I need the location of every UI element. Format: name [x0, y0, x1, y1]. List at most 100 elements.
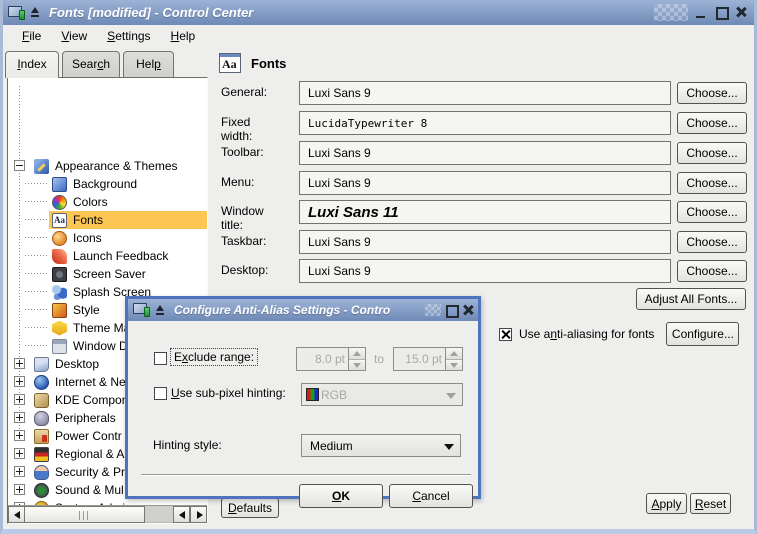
- exclude-to-spinbox[interactable]: 15.0 pt: [393, 347, 463, 371]
- subpixel-hinting-label: Use sub-pixel hinting:: [171, 386, 286, 400]
- battery-icon: [34, 429, 49, 444]
- exclude-range-checkbox[interactable]: [154, 352, 167, 365]
- window-decorations-icon: [52, 339, 67, 354]
- choose-toolbar-button[interactable]: Choose...: [677, 142, 747, 164]
- cancel-button[interactable]: Cancel: [389, 484, 473, 508]
- screensaver-icon: [52, 267, 67, 282]
- expand-icon[interactable]: [14, 394, 25, 405]
- configure-button[interactable]: Configure...: [666, 322, 739, 346]
- choose-taskbar-button[interactable]: Choose...: [677, 231, 747, 253]
- desktop-icon: [34, 357, 49, 372]
- choose-desktop-button[interactable]: Choose...: [677, 260, 747, 282]
- toolbar-font-preview: Luxi Sans 9: [299, 141, 671, 165]
- spin-down-icon[interactable]: [349, 360, 365, 371]
- tree-branch-icon: [25, 255, 49, 256]
- maximize-button[interactable]: [714, 5, 729, 20]
- choose-menu-button[interactable]: Choose...: [677, 172, 747, 194]
- menu-view[interactable]: View: [51, 27, 97, 46]
- system-admin-icon: [34, 501, 49, 506]
- hinting-style-dropdown[interactable]: Medium: [301, 434, 461, 457]
- sidebar-item-screen-saver[interactable]: Screen Saver: [8, 265, 207, 283]
- icons-icon: [52, 231, 67, 246]
- control-center-window: Fonts [modified] - Control Center File V…: [0, 0, 757, 534]
- expand-icon[interactable]: [14, 358, 25, 369]
- scroll-left-button[interactable]: [8, 506, 25, 523]
- app-icon: [133, 303, 150, 317]
- dialog-close-button[interactable]: [461, 303, 475, 317]
- spinner-buttons[interactable]: [348, 348, 365, 370]
- exclude-from-spinbox[interactable]: 8.0 pt: [296, 347, 366, 371]
- spinner-buttons[interactable]: [445, 348, 462, 370]
- dialog-maximize-button[interactable]: [444, 303, 458, 317]
- subpixel-hinting-checkbox[interactable]: [154, 387, 167, 400]
- expand-icon[interactable]: [14, 430, 25, 441]
- spin-down-icon[interactable]: [446, 360, 462, 371]
- menu-help[interactable]: Help: [161, 27, 206, 46]
- fonts-header-icon: [219, 53, 241, 73]
- sidebar-item-background[interactable]: Background: [8, 175, 207, 193]
- speaker-icon: [34, 483, 49, 498]
- close-button[interactable]: [734, 5, 749, 20]
- sidebar-item-icons[interactable]: Icons: [8, 229, 207, 247]
- tab-help[interactable]: Help: [123, 51, 174, 77]
- scroll-left-button[interactable]: [173, 506, 190, 523]
- tree-branch-icon: [25, 327, 49, 328]
- adjust-all-fonts-button[interactable]: Adjust All Fonts...: [636, 288, 746, 310]
- user-icon: [34, 465, 49, 480]
- sidebar-item-fonts[interactable]: Fonts: [8, 211, 207, 229]
- sidebar-item-appearance-themes[interactable]: Appearance & Themes: [8, 157, 207, 175]
- apply-button[interactable]: Apply: [646, 493, 687, 514]
- spin-up-icon[interactable]: [349, 348, 365, 360]
- menu-font-preview: Luxi Sans 9: [299, 171, 671, 195]
- scroll-right-button[interactable]: [190, 506, 207, 523]
- horizontal-scrollbar[interactable]: [8, 505, 207, 523]
- choose-fixed-width-button[interactable]: Choose...: [677, 112, 747, 134]
- window-titlebar[interactable]: Fonts [modified] - Control Center: [3, 0, 754, 25]
- tree-branch-icon: [25, 345, 49, 346]
- tab-search[interactable]: Search: [62, 51, 120, 77]
- scrollbar-thumb[interactable]: [25, 506, 145, 523]
- splash-icon: [52, 285, 67, 300]
- expand-icon[interactable]: [14, 448, 25, 459]
- dialog-titlebar[interactable]: Configure Anti-Alias Settings - Contro: [128, 299, 478, 321]
- shade-button-icon[interactable]: [29, 6, 42, 19]
- reset-button[interactable]: Reset: [690, 493, 731, 514]
- expand-icon[interactable]: [14, 484, 25, 495]
- expand-icon[interactable]: [14, 412, 25, 423]
- expand-icon[interactable]: [14, 466, 25, 477]
- dialog-separator: [141, 474, 471, 476]
- titlebar-grip-pattern: [425, 304, 441, 316]
- flag-icon: [34, 447, 49, 462]
- tree-branch-icon: [25, 237, 49, 238]
- exclude-range-label: Exclude range:: [170, 348, 258, 366]
- shade-button-icon[interactable]: [154, 304, 167, 317]
- window-title: Fonts [modified] - Control Center: [49, 5, 654, 20]
- menu-settings[interactable]: Settings: [97, 27, 160, 46]
- choose-window-title-button[interactable]: Choose...: [677, 201, 747, 223]
- subpixel-type-dropdown[interactable]: RGB: [301, 383, 463, 406]
- fonts-icon: [52, 213, 67, 228]
- ok-button[interactable]: OK: [299, 484, 383, 508]
- scrollbar-track[interactable]: [145, 506, 173, 523]
- appearance-icon: [34, 159, 49, 174]
- style-icon: [52, 303, 67, 318]
- expand-icon[interactable]: [14, 376, 25, 387]
- menu-file[interactable]: File: [12, 27, 51, 46]
- menubar: File View Settings Help: [3, 25, 754, 48]
- anti-aliasing-checkbox[interactable]: [499, 328, 512, 341]
- anti-alias-settings-dialog: Configure Anti-Alias Settings - Contro E…: [125, 296, 481, 499]
- dialog-title: Configure Anti-Alias Settings - Contro: [174, 303, 425, 317]
- tab-index[interactable]: Index: [5, 51, 59, 78]
- tree-branch-icon: [25, 291, 49, 292]
- titlebar-grip-pattern: [654, 4, 688, 21]
- spin-up-icon[interactable]: [446, 348, 462, 360]
- sidebar-item-colors[interactable]: Colors: [8, 193, 207, 211]
- taskbar-font-preview: Luxi Sans 9: [299, 230, 671, 254]
- defaults-button[interactable]: Defaults: [221, 498, 279, 518]
- desktop-font-preview: Luxi Sans 9: [299, 259, 671, 283]
- minimize-button[interactable]: [694, 5, 709, 20]
- choose-general-button[interactable]: Choose...: [677, 82, 747, 104]
- tree-branch-icon: [25, 219, 49, 220]
- collapse-icon[interactable]: [14, 160, 25, 171]
- sidebar-item-launch-feedback[interactable]: Launch Feedback: [8, 247, 207, 265]
